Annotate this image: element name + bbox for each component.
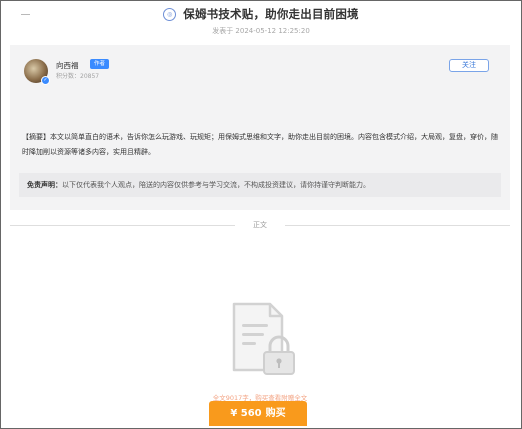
site-logo-icon: ◎ xyxy=(163,7,177,21)
disclaimer: 免责声明：以下仅代表我个人观点，陪送的内容仅供参考与学习交流，不构成投资建议，请… xyxy=(19,173,501,197)
page-title: 保姆书技术贴，助你走出目前困境 xyxy=(183,7,359,21)
publish-time: 发表于 2024-05-12 12:25:20 xyxy=(212,27,310,35)
disclaimer-text: 以下仅代表我个人观点，陪送的内容仅供参考与学习交流，不构成投资建议，请你持谨守判… xyxy=(62,181,370,189)
buy-label: 购买 xyxy=(265,408,286,419)
avatar[interactable]: ✓ xyxy=(24,59,50,85)
article-header: ◎ 保姆书技术贴，助你走出目前困境 发表于 2024-05-12 12:25:2… xyxy=(1,1,521,43)
author-name[interactable]: 向西福 xyxy=(56,60,79,71)
article-content: ✓ 向西福 作者 积分数：20857 关注 【摘要】本文以简单直白的语术，告诉你… xyxy=(10,45,510,428)
verified-badge-icon: ✓ xyxy=(41,76,50,85)
divider-label: 正文 xyxy=(253,221,267,229)
title-row: ◎ 保姆书技术贴，助你走出目前困境 xyxy=(1,6,521,22)
article-body: 正文 全文9017字，购买查看附赠全文 ¥ 560 购买 xyxy=(10,210,510,428)
author-tag: 作者 xyxy=(90,59,110,69)
divider-left xyxy=(10,225,235,226)
buy-button[interactable]: ¥ 560 购买 xyxy=(209,401,307,426)
locked-document-icon xyxy=(232,302,295,375)
divider-right xyxy=(285,225,510,226)
article-page: ◎ 保姆书技术贴，助你走出目前困境 发表于 2024-05-12 12:25:2… xyxy=(0,0,522,429)
buy-price: ¥ 560 xyxy=(230,408,262,419)
author-card: ✓ 向西福 作者 积分数：20857 关注 xyxy=(10,45,510,121)
author-stats: 积分数：20857 xyxy=(56,73,100,80)
disclaimer-label: 免责声明： xyxy=(27,181,62,189)
follow-button[interactable]: 关注 xyxy=(449,59,489,72)
article-summary: 【摘要】本文以简单直白的语术，告诉你怎么玩游戏、玩规矩；用保姆式思维和文字，助你… xyxy=(22,133,498,156)
